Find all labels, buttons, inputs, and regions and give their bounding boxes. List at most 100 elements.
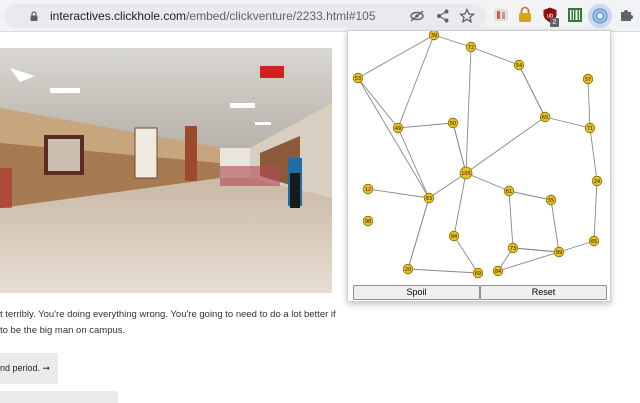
address-bar[interactable]: interactives.clickhole.com/embed/clickve… bbox=[4, 4, 486, 28]
graph-node-label: 53 bbox=[355, 76, 361, 82]
extensions-puzzle-icon[interactable] bbox=[617, 6, 635, 24]
graph-edge bbox=[470, 46, 520, 66]
graph-node[interactable]: 98 bbox=[362, 215, 374, 227]
story-line-2: to be the big man on campus. bbox=[0, 325, 126, 336]
graph-edge bbox=[407, 266, 479, 274]
browser-toolbar: interactives.clickhole.com/embed/clickve… bbox=[0, 0, 640, 32]
graph-node[interactable]: 53 bbox=[352, 72, 364, 84]
extension-barcode-icon[interactable] bbox=[566, 6, 584, 24]
graph-edge bbox=[453, 235, 479, 274]
graph-node-label: 61 bbox=[506, 189, 512, 195]
graph-edge bbox=[465, 172, 510, 192]
graph-node-label: 99 bbox=[556, 250, 562, 256]
graph-node-label: 98 bbox=[365, 219, 371, 225]
graph-edge bbox=[397, 127, 430, 199]
graph-edge bbox=[406, 197, 430, 270]
graph-node-label: 65 bbox=[591, 239, 597, 245]
graph-edge bbox=[587, 78, 593, 129]
graph-node-label: 105 bbox=[461, 171, 471, 177]
graph-edge bbox=[367, 187, 430, 199]
graph-node-label: 71 bbox=[587, 126, 593, 132]
graph-node[interactable]: 63 bbox=[423, 192, 435, 204]
graph-node-label: 94 bbox=[451, 234, 457, 240]
graph-node-label: 65 bbox=[542, 115, 548, 121]
extension-highlighter-icon[interactable] bbox=[492, 6, 510, 24]
graph-node-label: 69 bbox=[475, 271, 481, 277]
graph-edge bbox=[433, 34, 472, 48]
url-text[interactable]: interactives.clickhole.com/embed/clickve… bbox=[50, 9, 376, 23]
graph-node[interactable]: 50 bbox=[447, 117, 459, 129]
graph-node[interactable]: 94 bbox=[448, 230, 460, 242]
graph-edge bbox=[357, 77, 430, 199]
graph-node[interactable]: 61 bbox=[503, 185, 515, 197]
graph-node[interactable]: 99 bbox=[553, 246, 565, 258]
url-path: /embed/clickventure/2233.html#105 bbox=[186, 9, 376, 23]
graph-node[interactable]: 71 bbox=[584, 122, 596, 134]
graph-node[interactable]: 69 bbox=[472, 267, 484, 279]
graph-edge bbox=[465, 46, 474, 174]
graph-edge bbox=[357, 77, 399, 129]
graph-node[interactable]: 55 bbox=[545, 194, 557, 206]
graph-edge bbox=[508, 190, 552, 202]
graph-node[interactable]: 57 bbox=[582, 73, 594, 85]
story-line-1: t terribly. You're doing everything wron… bbox=[0, 309, 336, 320]
graph-edge bbox=[544, 116, 591, 130]
graph-edge bbox=[550, 199, 561, 253]
graph-node-label: 20 bbox=[405, 267, 411, 273]
graph-edge bbox=[452, 172, 467, 237]
graph-edge bbox=[357, 34, 435, 79]
graph-edge bbox=[465, 116, 546, 174]
url-host: interactives.clickhole.com bbox=[50, 9, 187, 23]
story-text: t terribly. You're doing everything wron… bbox=[0, 307, 340, 339]
bookmark-star-icon[interactable] bbox=[458, 7, 476, 25]
choice-button[interactable]: nd period. ➞ bbox=[0, 353, 58, 384]
tracking-off-icon[interactable] bbox=[408, 7, 426, 25]
choice-button-2[interactable] bbox=[0, 391, 118, 403]
graph-node[interactable]: 105 bbox=[459, 166, 473, 180]
graph-edge bbox=[397, 34, 435, 129]
spoil-button[interactable]: Spoil bbox=[353, 285, 480, 300]
lock-icon[interactable] bbox=[28, 10, 40, 22]
story-graph[interactable]: 39 72 53 54 57 49 50 65 105 71 12 63 61 55 24 94 73 65 20 9… bbox=[348, 31, 610, 285]
active-extension-button[interactable] bbox=[588, 4, 612, 28]
graph-node[interactable]: 72 bbox=[465, 41, 477, 53]
graph-node[interactable]: 12 bbox=[362, 183, 374, 195]
graph-node-label: 84 bbox=[495, 269, 501, 275]
graph-node-label: 72 bbox=[468, 45, 474, 51]
graph-node[interactable]: 54 bbox=[513, 59, 525, 71]
graph-node[interactable]: 39 bbox=[428, 31, 440, 41]
graph-edge bbox=[397, 122, 454, 130]
graph-edge bbox=[452, 122, 468, 174]
graph-edge bbox=[512, 247, 560, 254]
graph-node-label: 54 bbox=[516, 63, 522, 69]
graph-edge bbox=[497, 251, 560, 273]
graph-node-label: 24 bbox=[594, 179, 600, 185]
graph-node-label: 73 bbox=[510, 246, 516, 252]
graph-edge bbox=[508, 190, 515, 249]
extension-lock-icon[interactable] bbox=[516, 6, 534, 24]
graph-node[interactable]: 20 bbox=[402, 263, 414, 275]
extension-popup: 39 72 53 54 57 49 50 65 105 71 12 63 61 55 24 94 73 65 20 9… bbox=[347, 30, 611, 302]
graph-edge bbox=[591, 180, 598, 242]
graph-node[interactable]: 84 bbox=[492, 265, 504, 277]
graph-node[interactable]: 24 bbox=[591, 175, 603, 187]
graph-node[interactable]: 65 bbox=[539, 111, 551, 123]
graph-node-label: 63 bbox=[426, 196, 432, 202]
share-icon[interactable] bbox=[434, 7, 452, 25]
graph-node[interactable]: 73 bbox=[507, 242, 519, 254]
graph-node-label: 49 bbox=[395, 126, 401, 132]
graph-edge bbox=[558, 240, 595, 254]
reset-button[interactable]: Reset bbox=[480, 285, 607, 300]
graph-node[interactable]: 65 bbox=[588, 235, 600, 247]
graph-node-label: 50 bbox=[450, 121, 456, 127]
graph-node-label: 12 bbox=[365, 187, 371, 193]
clickventure-graph-icon bbox=[592, 8, 608, 24]
graph-edge bbox=[589, 127, 599, 182]
graph-node-label: 39 bbox=[431, 33, 437, 39]
hallway-photo bbox=[0, 48, 332, 293]
graph-edge bbox=[518, 64, 546, 118]
extension-badge-count: 2 bbox=[550, 18, 559, 27]
graph-node[interactable]: 49 bbox=[392, 122, 404, 134]
graph-node-label: 55 bbox=[548, 198, 554, 204]
graph-node-label: 57 bbox=[585, 77, 591, 83]
